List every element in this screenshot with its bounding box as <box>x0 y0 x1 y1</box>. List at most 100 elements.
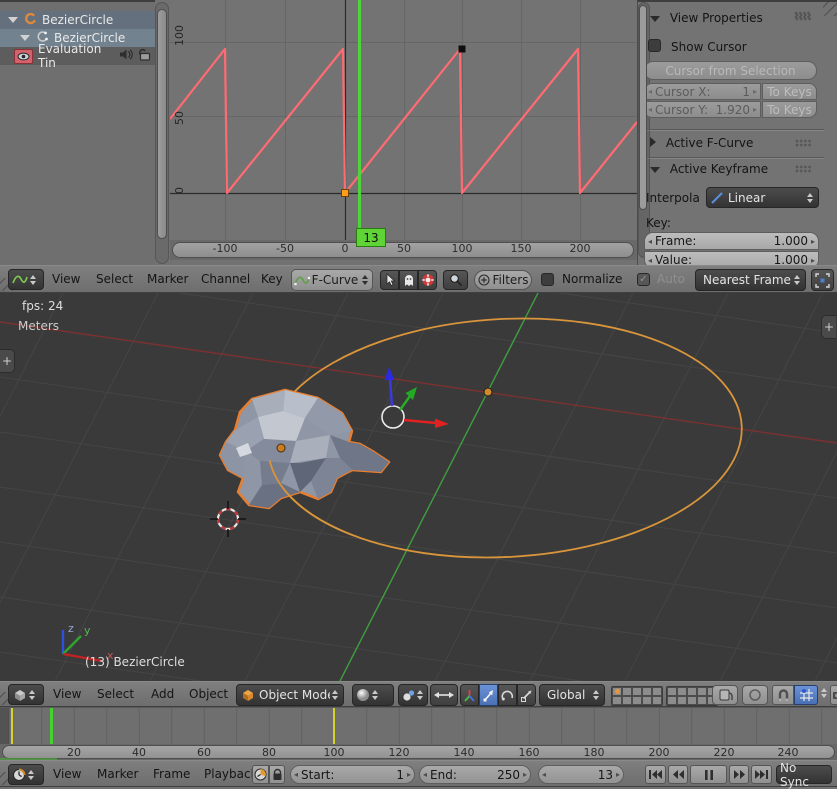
previous-keyframe-button[interactable] <box>668 765 688 784</box>
panel-grip-icon[interactable] <box>795 139 812 147</box>
panel-grip-icon[interactable] <box>795 13 812 21</box>
panel-collapse-icon[interactable] <box>650 16 660 22</box>
increment-arrow-icon[interactable]: ▸ <box>750 105 760 114</box>
dropdown-stepper[interactable] <box>792 275 802 285</box>
cursor-from-selection-button[interactable]: Cursor from Selection <box>644 61 817 80</box>
layers-grid-right[interactable] <box>666 686 718 706</box>
normalize-helper-button[interactable] <box>418 270 437 290</box>
layers-grid-left[interactable] <box>611 686 663 706</box>
layer-cell[interactable] <box>687 696 697 705</box>
keying-lock-button[interactable] <box>269 765 285 784</box>
editor-type-dropdown[interactable] <box>8 764 44 785</box>
increment-arrow-icon[interactable]: ▸ <box>808 237 818 246</box>
layer-cell[interactable] <box>697 696 707 705</box>
menu-view[interactable]: View <box>53 682 81 706</box>
panel-header-active-fcurve[interactable]: Active F-Curve <box>650 136 753 150</box>
decrement-arrow-icon[interactable]: ◂ <box>645 256 655 265</box>
scrollbar-thumb[interactable] <box>2 745 835 759</box>
jump-to-start-button[interactable] <box>645 765 666 784</box>
panel-collapse-icon[interactable] <box>650 137 656 147</box>
selected-keyframe[interactable] <box>342 190 349 197</box>
sidebar-expand-tab[interactable]: + <box>821 315 836 339</box>
fcurve-mode-dropdown[interactable]: F-Curve <box>291 269 373 291</box>
time-cursor-toggle-button[interactable] <box>252 765 269 784</box>
layer-cell[interactable] <box>642 696 652 705</box>
panel-header-view-properties[interactable]: View Properties <box>650 11 763 25</box>
end-frame-field[interactable]: ◂ End: 250 ▸ <box>419 765 531 784</box>
increment-arrow-icon[interactable]: ▸ <box>520 770 530 779</box>
translate-manipulator-button[interactable] <box>479 684 498 706</box>
decrement-arrow-icon[interactable]: ◂ <box>539 770 549 779</box>
graph-vertical-scrollbar[interactable] <box>155 2 169 264</box>
eye-icon[interactable] <box>14 49 33 64</box>
value-field[interactable]: ◂ Value: 1.000 ▸ <box>644 251 819 265</box>
menu-add[interactable]: Add <box>151 682 174 706</box>
filters-button[interactable]: Filters <box>474 270 532 290</box>
timeline-playhead[interactable] <box>50 708 53 744</box>
layer-cell[interactable] <box>622 687 632 696</box>
increment-arrow-icon[interactable]: ▸ <box>613 770 623 779</box>
increment-arrow-icon[interactable]: ▸ <box>750 87 760 96</box>
show-cursor-checkbox[interactable] <box>648 39 661 52</box>
cursor-x-to-keys-button[interactable]: To Keys <box>762 83 817 100</box>
next-keyframe-button[interactable] <box>729 765 749 784</box>
rotate-manipulator-button[interactable] <box>498 684 517 706</box>
timeline-frames-band[interactable] <box>0 707 837 744</box>
layer-cell-active[interactable] <box>612 687 622 696</box>
dropdown-stepper[interactable] <box>27 690 37 700</box>
cursor-y-field[interactable]: ◂ Cursor Y: 1.920 ▸ <box>644 101 761 118</box>
zoom-tool-button[interactable] <box>443 270 468 290</box>
scrollbar-thumb[interactable] <box>639 5 647 210</box>
decrement-arrow-icon[interactable]: ◂ <box>645 237 655 246</box>
channel-row-bezier-circle-object[interactable]: BezierCircle <box>0 11 155 29</box>
scene-lock-button[interactable] <box>712 685 738 705</box>
layer-cell[interactable] <box>622 696 632 705</box>
menu-select[interactable]: Select <box>97 682 134 706</box>
graph-horizontal-scrollbar[interactable]: -100 -50 0 50 100 150 200 <box>170 240 637 260</box>
interpolation-dropdown[interactable]: Linear <box>706 187 819 208</box>
snap-toggle-button[interactable] <box>772 685 794 705</box>
start-frame-field[interactable]: ◂ Start: 1 ▸ <box>290 765 415 784</box>
menu-frame[interactable]: Frame <box>153 761 190 786</box>
frame-field[interactable]: ◂ Frame: 1.000 ▸ <box>644 232 819 250</box>
current-frame-field[interactable]: ◂ 13 ▸ <box>538 765 624 784</box>
transform-orientation-dropdown[interactable]: Global <box>539 684 605 706</box>
snap-target-button[interactable] <box>811 269 834 291</box>
channel-row-evaluation-time[interactable]: Evaluation Tin <box>0 47 155 65</box>
menu-object[interactable]: Object <box>189 682 228 706</box>
layer-cell[interactable] <box>677 687 687 696</box>
ghost-curves-button[interactable] <box>399 270 418 290</box>
cursor-3d[interactable] <box>210 501 246 537</box>
menu-view[interactable]: View <box>53 761 81 786</box>
sync-mode-dropdown[interactable]: No Sync <box>776 765 832 784</box>
dropdown-stepper[interactable] <box>415 690 424 700</box>
pivot-center-dropdown[interactable] <box>398 684 428 706</box>
panel-collapse-icon[interactable] <box>650 167 660 173</box>
pause-button[interactable] <box>690 765 727 784</box>
editor-type-dropdown[interactable] <box>8 269 44 290</box>
x-arrow-icon[interactable] <box>435 419 449 429</box>
snap-mode-dropdown[interactable]: Nearest Frame <box>695 269 806 291</box>
dropdown-stepper[interactable] <box>805 193 815 203</box>
layer-cell[interactable] <box>667 687 677 696</box>
menu-marker[interactable]: Marker <box>147 266 188 292</box>
layer-cell[interactable] <box>652 696 662 705</box>
speaker-icon[interactable] <box>119 48 133 64</box>
viewport-shading-dropdown[interactable] <box>352 684 394 706</box>
manipulator-axes-button[interactable] <box>460 684 479 706</box>
layer-cell[interactable] <box>612 696 622 705</box>
unlock-icon[interactable] <box>136 48 151 64</box>
dropdown-stepper[interactable] <box>28 275 38 285</box>
decrement-arrow-icon[interactable]: ◂ <box>291 770 301 779</box>
interaction-mode-dropdown[interactable]: Object Mode <box>236 684 344 706</box>
menu-channel[interactable]: Channel <box>201 266 250 292</box>
menu-select[interactable]: Select <box>96 266 133 292</box>
z-arrow-icon[interactable] <box>385 367 395 380</box>
timeline-scrollbar[interactable]: 20 40 60 80 100 120 140 160 180 200 220 … <box>0 744 837 760</box>
circle-origin-point[interactable] <box>484 388 492 396</box>
snap-element-button[interactable] <box>794 685 818 705</box>
increment-arrow-icon[interactable]: ▸ <box>808 256 818 265</box>
scale-manipulator-button[interactable] <box>517 684 536 706</box>
transform-manipulator[interactable] <box>382 367 449 428</box>
menu-marker[interactable]: Marker <box>97 761 138 786</box>
